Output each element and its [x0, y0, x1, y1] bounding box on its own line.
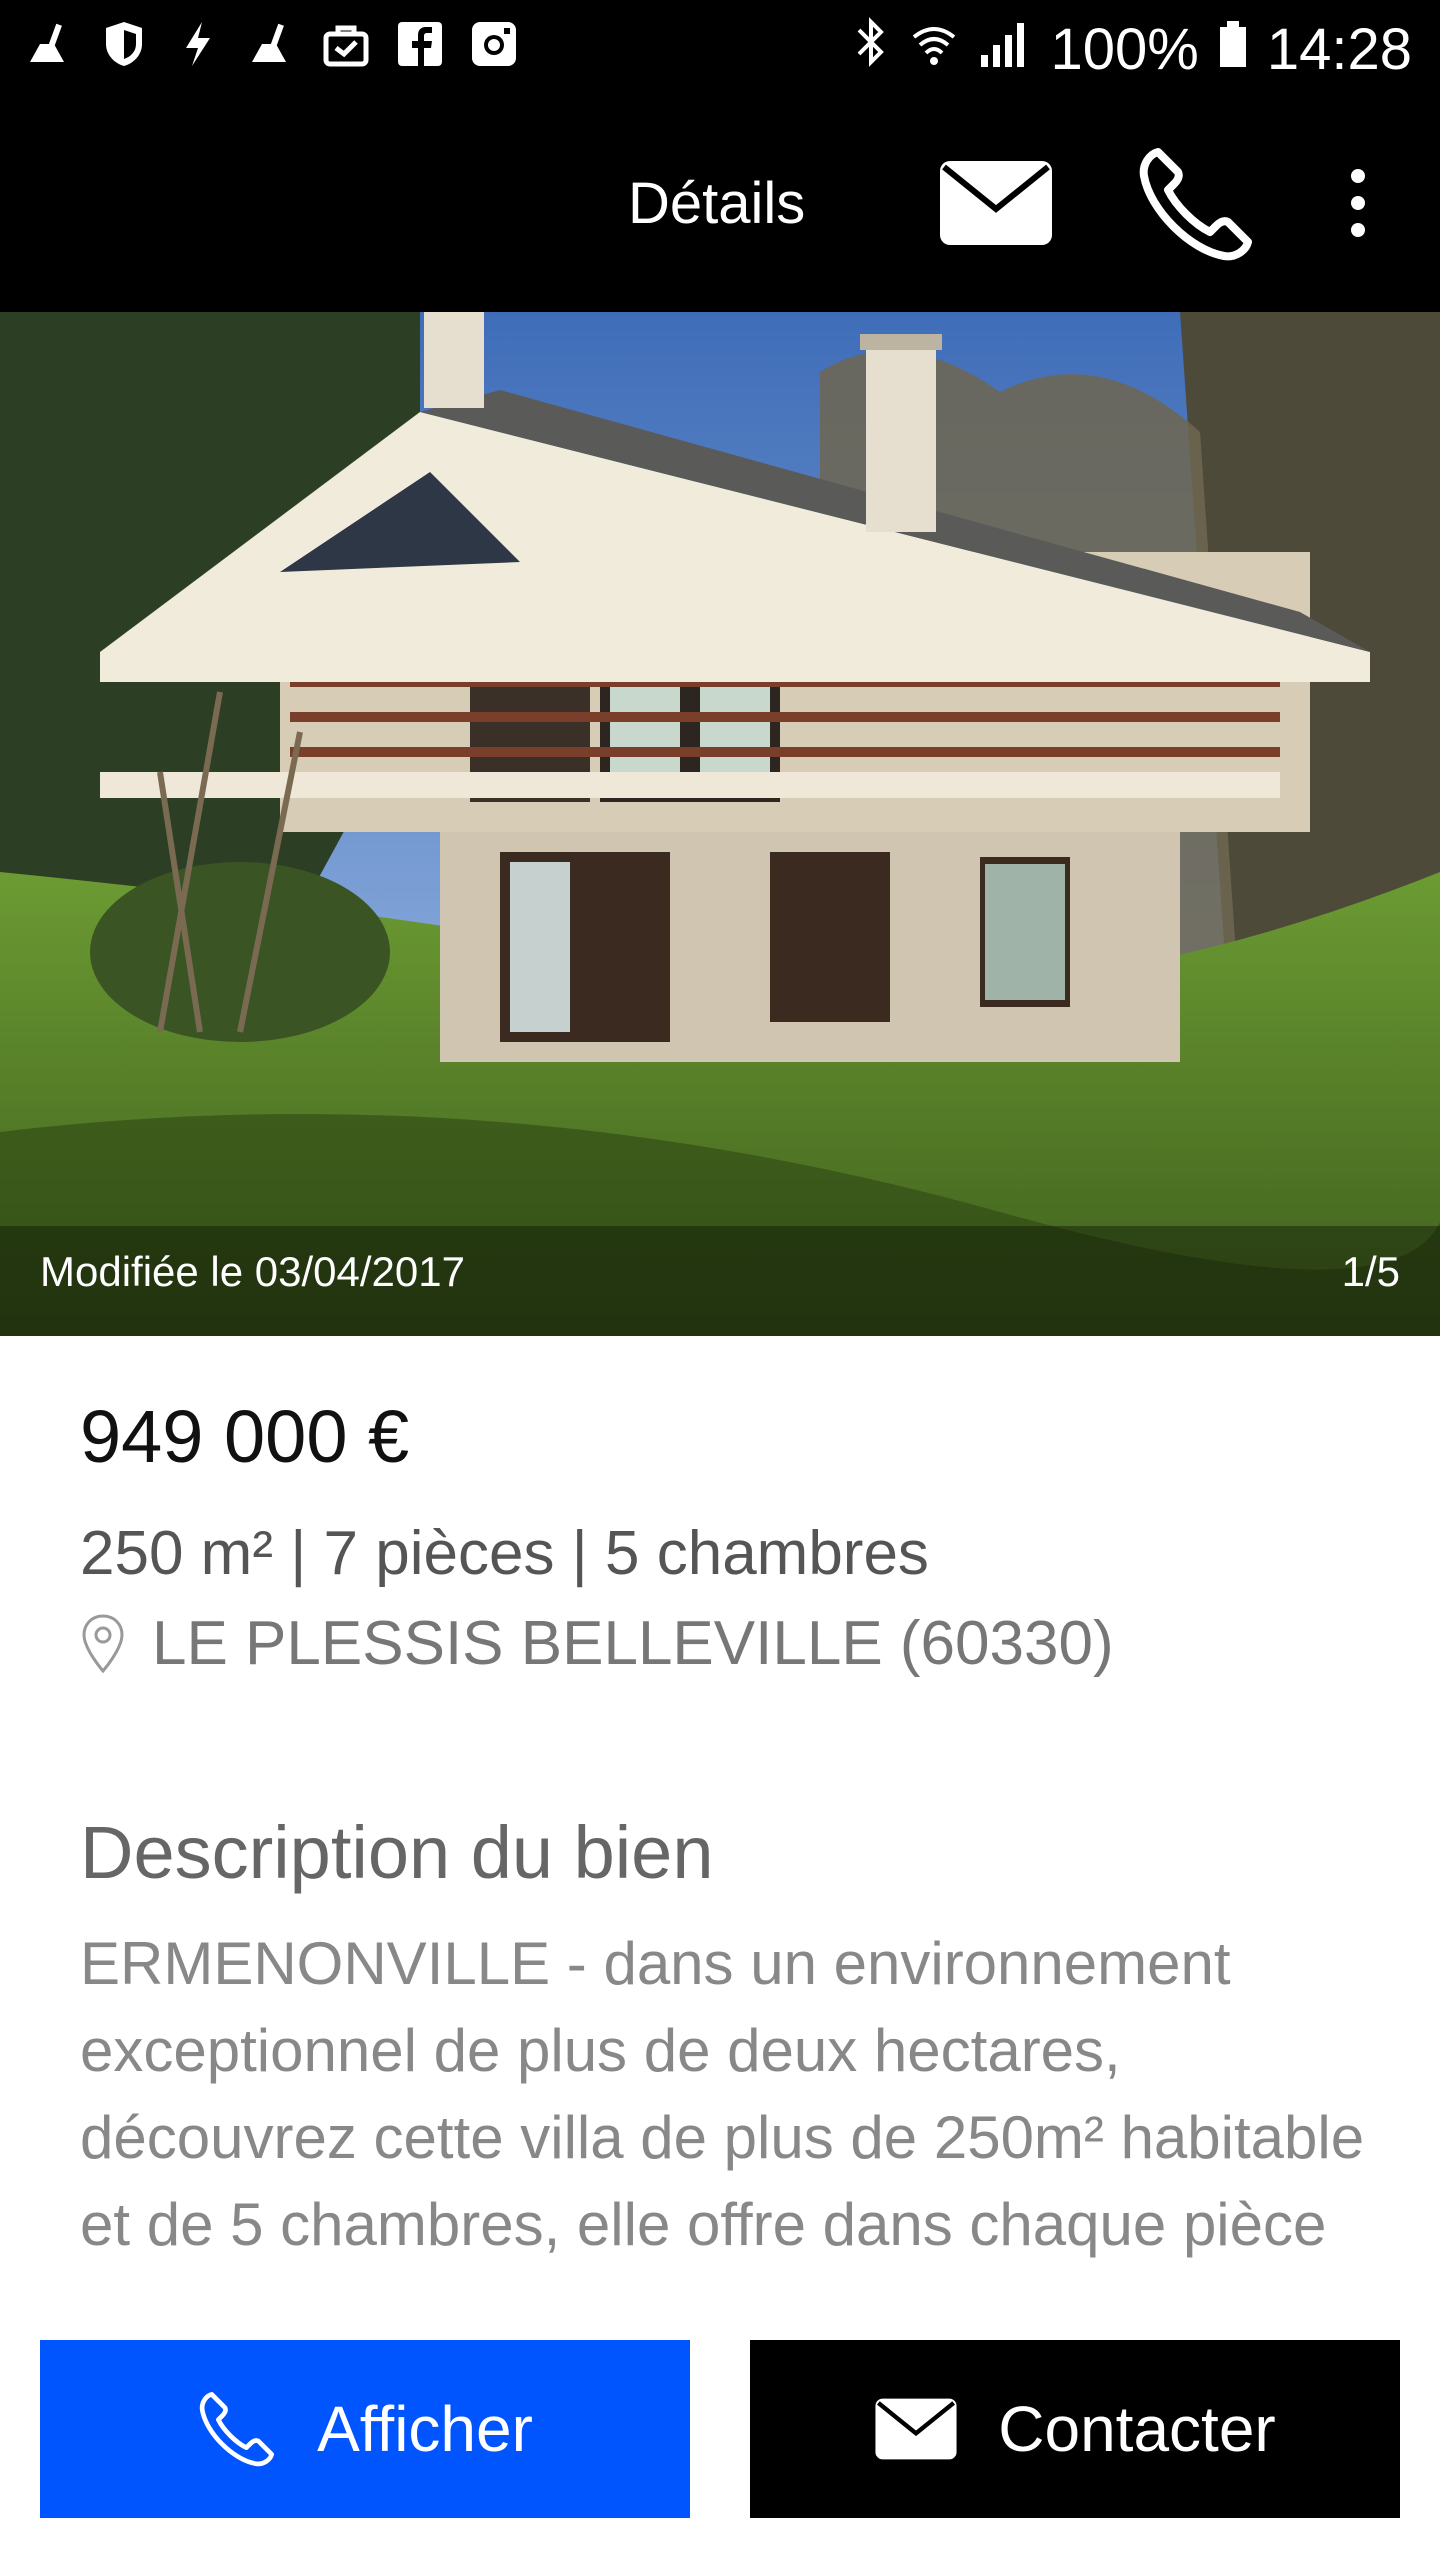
- broom-icon: [24, 18, 76, 70]
- contact-label: Contacter: [998, 2393, 1276, 2465]
- signal-icon: [977, 16, 1033, 83]
- mail-icon: [940, 161, 1052, 245]
- broom-icon: [246, 18, 298, 70]
- location-text: LE PLESSIS BELLEVILLE (60330): [152, 1609, 1114, 1678]
- price: 949 000 €: [80, 1395, 410, 1478]
- house-photo: [0, 312, 1440, 1336]
- description-title: Description du bien: [80, 1811, 714, 1894]
- page-title: Détails: [628, 171, 806, 236]
- show-phone-label: Afficher: [317, 2393, 533, 2465]
- shield-icon: [98, 18, 150, 70]
- battery-icon: [1217, 16, 1249, 83]
- contact-button[interactable]: Contacter: [750, 2340, 1400, 2518]
- phone-icon: [199, 2392, 275, 2467]
- call-button[interactable]: [1136, 144, 1256, 264]
- location-row: LE PLESSIS BELLEVILLE (60330): [80, 1608, 1114, 1679]
- status-right: 100% 14:28: [851, 14, 1412, 84]
- bottom-action-bar: Afficher Contacter: [0, 2300, 1440, 2560]
- app-bar: Détails: [0, 98, 1440, 312]
- more-vert-icon: [1351, 169, 1365, 237]
- bolt-icon: [172, 18, 224, 70]
- bag-icon: [320, 18, 372, 70]
- overflow-menu-button[interactable]: [1330, 158, 1386, 248]
- bluetooth-icon: [851, 14, 891, 84]
- status-bar: 100% 14:28: [0, 0, 1440, 98]
- show-phone-button[interactable]: Afficher: [40, 2340, 690, 2518]
- location-pin-icon: [82, 1613, 124, 1673]
- listing-photo-carousel[interactable]: Modifiée le 03/04/2017 1/5: [0, 312, 1440, 1336]
- photo-counter: 1/5: [1341, 1248, 1400, 1295]
- clock: 14:28: [1266, 16, 1412, 82]
- battery-level: 100%: [1050, 16, 1199, 82]
- facebook-icon: [394, 18, 446, 70]
- mail-button[interactable]: [938, 158, 1054, 248]
- phone-icon: [1139, 148, 1252, 261]
- instagram-icon: [468, 18, 520, 70]
- property-specs: 250 m² | 7 pièces | 5 chambres: [80, 1519, 929, 1588]
- description-text: ERMENONVILLE - dans un environnement exc…: [80, 1930, 1365, 2258]
- wifi-icon: [909, 16, 959, 83]
- modified-date: Modifiée le 03/04/2017: [40, 1248, 465, 1295]
- status-left-icons: [24, 18, 520, 70]
- mail-icon: [875, 2398, 957, 2460]
